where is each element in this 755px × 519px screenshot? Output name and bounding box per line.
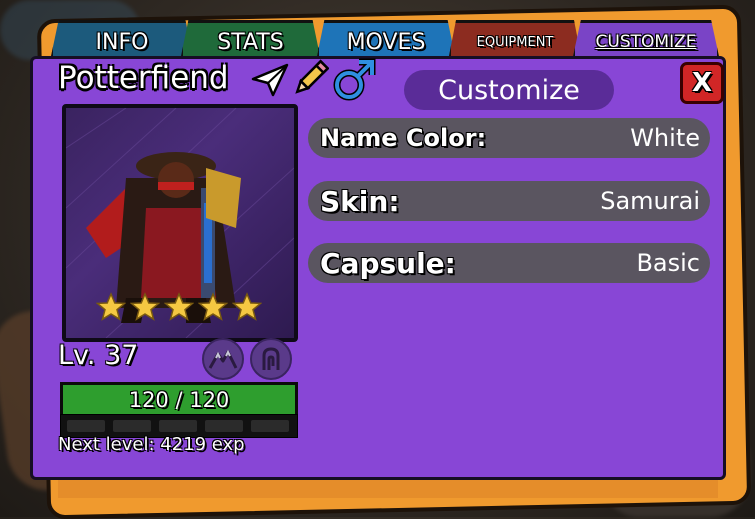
tab-customize[interactable]: CUSTOMIZE [572,20,720,61]
tab-moves-label: MOVES [346,29,426,55]
skin-label: Skin: [320,184,400,218]
hp-bar: 120 / 120 [60,382,298,418]
hp-text: 120 / 120 [128,388,230,412]
tab-equipment[interactable]: EQUIPMENT [448,20,582,61]
name-color-row[interactable]: Name Color: White [308,118,710,158]
sigil-icon [250,338,292,380]
capsule-label: Capsule: [320,246,456,280]
star-icon [128,290,161,323]
male-symbol-icon [330,56,378,104]
star-rating [94,290,263,323]
customize-title: Customize [404,70,614,110]
skin-value: Samurai [600,187,700,215]
pencil-icon[interactable] [290,58,330,100]
tab-info[interactable]: INFO [50,20,194,61]
star-icon [94,290,127,323]
tab-moves[interactable]: MOVES [316,20,456,61]
level-label: Lv. 37 [58,340,139,371]
name-color-value: White [630,124,700,152]
character-name: Potterfiend [58,60,229,96]
tab-customize-label: CUSTOMIZE [595,32,697,52]
star-icon [230,290,263,323]
capsule-row[interactable]: Capsule: Basic [308,243,710,283]
tab-stats[interactable]: STATS [180,20,321,61]
skin-row[interactable]: Skin: Samurai [308,181,710,221]
paper-plane-icon[interactable] [250,60,290,100]
close-button[interactable]: X [680,62,724,104]
star-icon [162,290,195,323]
name-color-label: Name Color: [320,124,487,152]
mountain-icon [202,338,244,380]
tab-stats-label: STATS [217,29,284,55]
tab-equipment-label: EQUIPMENT [476,34,554,50]
capsule-value: Basic [636,249,700,277]
tab-info-label: INFO [95,29,149,55]
star-icon [196,290,229,323]
next-level-text: Next level: 4219 exp [58,434,245,455]
